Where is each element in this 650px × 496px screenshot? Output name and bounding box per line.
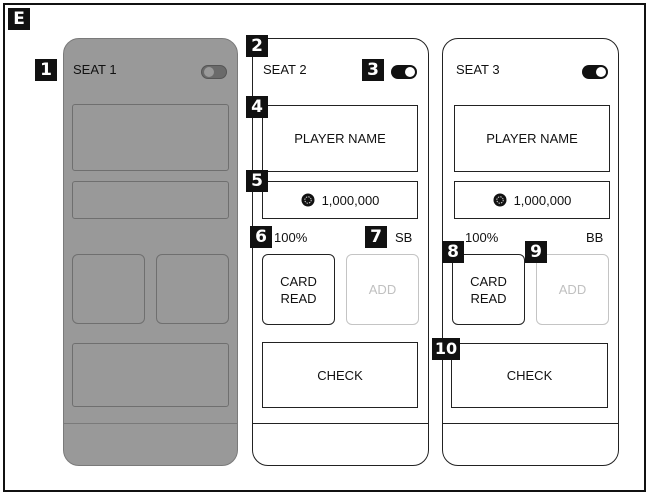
seat-2-player-name: PLAYER NAME (294, 131, 386, 146)
annotation-badge-10: 10 (432, 338, 460, 360)
annotation-badge-9: 9 (525, 241, 547, 263)
poker-chip-icon (493, 193, 507, 207)
annotation-badge-4: 4 (246, 96, 268, 118)
seat-2-player-name-field[interactable]: PLAYER NAME (262, 105, 418, 172)
annotation-badge-6: 6 (250, 226, 272, 248)
seat-3-label: SEAT 3 (456, 62, 500, 77)
annotation-badge-5: 5 (246, 170, 268, 192)
seat-1-action-placeholder (72, 343, 229, 407)
toggle-knob (596, 67, 606, 77)
seat-2-check-button[interactable]: CHECK (262, 342, 418, 408)
seat-3-add-button[interactable]: ADD (536, 254, 609, 325)
card-read-label: CARD READ (280, 273, 317, 306)
seat-2-toggle-switch-icon[interactable] (391, 65, 417, 79)
seat-1-player-name-placeholder (72, 104, 229, 171)
seat-1-footer-divider (64, 423, 237, 424)
add-label: ADD (558, 282, 587, 297)
seat-3-percent: 100% (465, 230, 499, 245)
seat-2-percent: 100% (274, 230, 308, 245)
annotation-badge-1: 1 (35, 59, 57, 81)
card-read-label: CARD READ (470, 273, 507, 306)
seat-2-add-button[interactable]: ADD (346, 254, 419, 325)
seat-1-toggle-switch-icon[interactable] (201, 65, 227, 79)
seat-3-position: BB (586, 230, 604, 245)
seat-1-chip-count-placeholder (72, 181, 229, 219)
seat-3-footer-divider (443, 423, 618, 424)
seat-1-add-placeholder (156, 254, 229, 324)
annotation-badge-2: 2 (246, 35, 268, 57)
seat-3-toggle-switch-icon[interactable] (582, 65, 608, 79)
seat-2-label: SEAT 2 (263, 62, 307, 77)
seat-1-card-read-placeholder (72, 254, 145, 324)
toggle-knob (204, 67, 214, 77)
seat-3-card-read-button[interactable]: CARD READ (452, 254, 525, 325)
figure-label-e: E (8, 8, 30, 30)
check-label: CHECK (506, 368, 553, 383)
seat-3-check-button[interactable]: CHECK (451, 343, 608, 408)
seat-2-position: SB (395, 230, 413, 245)
seat-3-player-name-field[interactable]: PLAYER NAME (454, 105, 610, 172)
poker-chip-icon (301, 193, 315, 207)
seat-2-footer-divider (253, 423, 428, 424)
seat-1-label: SEAT 1 (73, 62, 117, 77)
seat-3-chip-count: 1,000,000 (513, 192, 572, 208)
seat-2-card-read-button[interactable]: CARD READ (262, 254, 335, 325)
toggle-knob (405, 67, 415, 77)
annotation-badge-8: 8 (442, 241, 464, 263)
seat-3-player-name: PLAYER NAME (486, 131, 578, 146)
add-label: ADD (368, 282, 397, 297)
seat-2-chip-count-field[interactable]: 1,000,000 (262, 181, 418, 219)
seat-3-chip-count-field[interactable]: 1,000,000 (454, 181, 610, 219)
check-label: CHECK (317, 367, 363, 383)
annotation-badge-7: 7 (365, 226, 387, 248)
annotation-badge-3: 3 (362, 59, 384, 81)
seat-2-chip-count: 1,000,000 (321, 192, 380, 208)
